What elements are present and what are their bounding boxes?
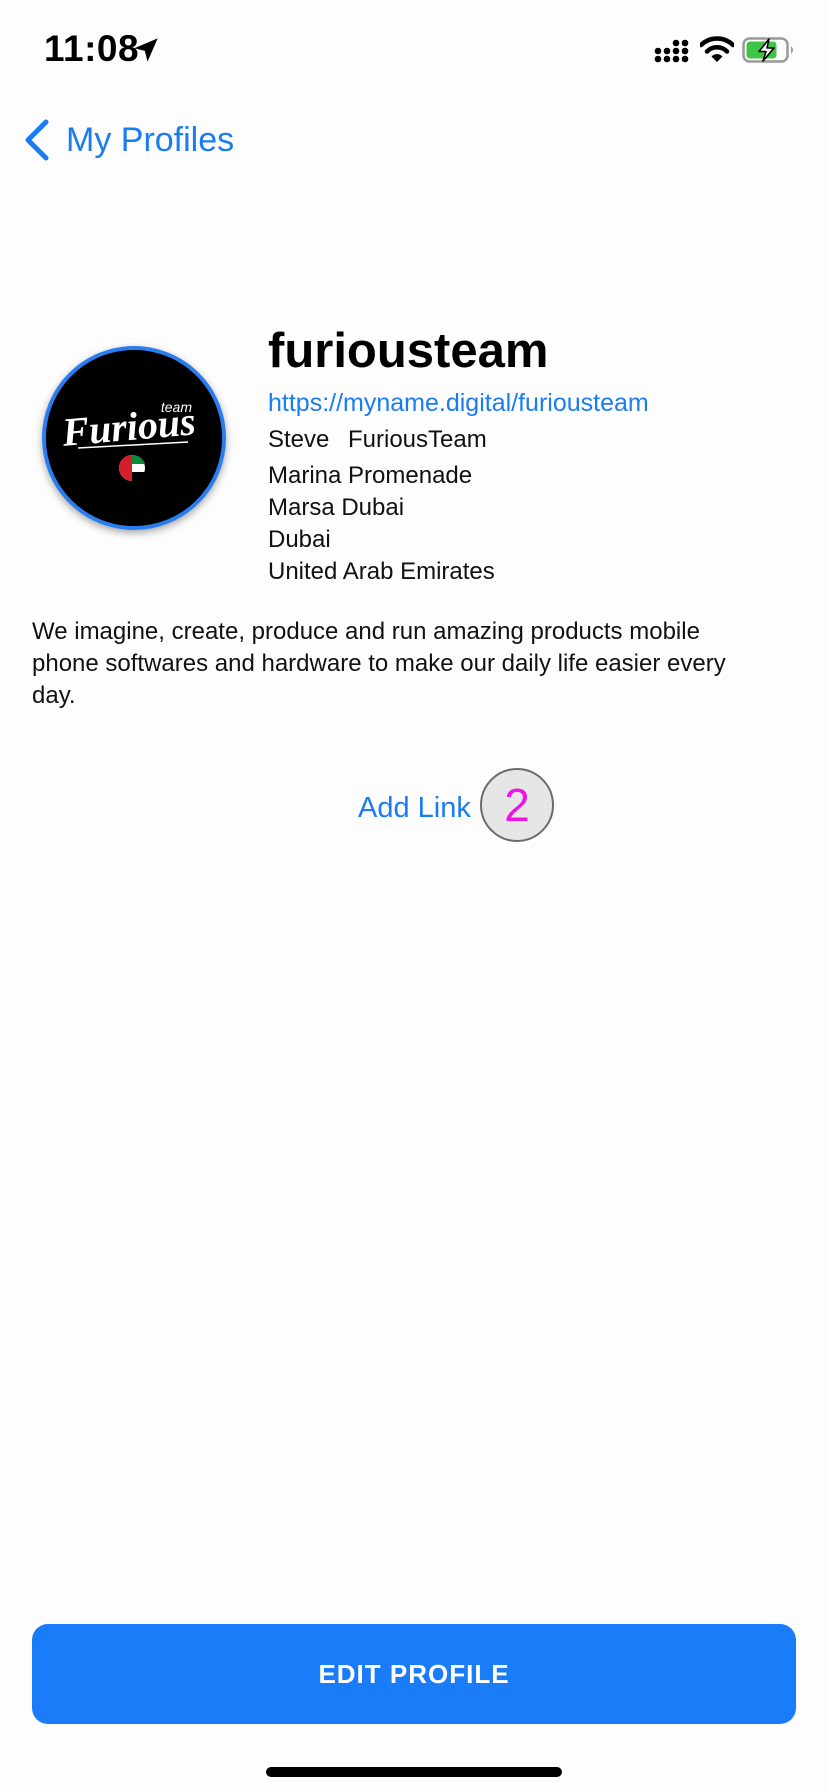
add-link-button[interactable]: Add Link — [358, 788, 471, 828]
profile-url-link[interactable]: https://myname.digital/furiousteam — [268, 386, 649, 420]
address-line: Dubai — [268, 526, 331, 553]
profile-username: furiousteam — [268, 324, 549, 378]
profile-screen: 11:08 My Profiles team Furious furiouste… — [0, 0, 828, 1792]
back-label: My Profiles — [66, 120, 235, 159]
avatar: team Furious — [42, 346, 226, 530]
profile-first-name: Steve — [268, 426, 330, 453]
link-count-badge: 2 — [480, 768, 554, 842]
profile-last-name: FuriousTeam — [348, 426, 487, 453]
chevron-left-icon — [25, 119, 49, 161]
furious-team-logo: team Furious — [46, 350, 222, 526]
home-indicator[interactable] — [266, 1767, 562, 1777]
wifi-icon — [700, 36, 734, 62]
battery-charging-icon — [742, 37, 793, 63]
back-button[interactable]: My Profiles — [22, 114, 234, 166]
profile-bio: We imagine, create, produce and run amaz… — [32, 618, 726, 709]
edit-profile-label: EDIT PROFILE — [318, 1658, 510, 1689]
edit-profile-button[interactable]: EDIT PROFILE — [32, 1624, 796, 1724]
cellular-signal-icon — [654, 39, 689, 63]
status-time: 11:08 — [44, 28, 140, 69]
uae-flag-icon — [119, 454, 145, 482]
address-line: Marina Promenade — [268, 462, 473, 489]
address-line: United Arab Emirates — [268, 558, 495, 585]
location-arrow-icon — [134, 38, 158, 62]
address-line: Marsa Dubai — [268, 494, 405, 521]
